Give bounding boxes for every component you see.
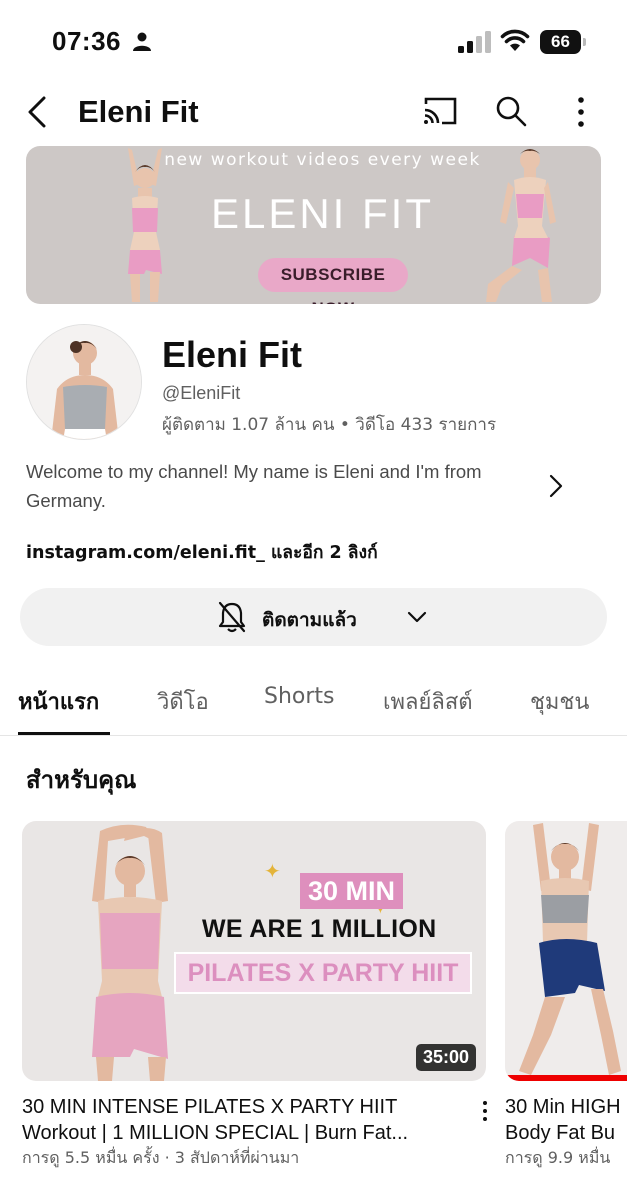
channel-name: Eleni Fit — [162, 334, 303, 375]
tab-community[interactable]: ชุมชน — [530, 684, 589, 719]
video-title[interactable]: 30 Min HIGH Body Fat Bu — [505, 1094, 627, 1146]
channel-tabs: หน้าแรก วิดีโอ Shorts เพลย์ลิสต์ ชุมชน — [0, 672, 627, 736]
status-time: 07:36 — [52, 26, 121, 56]
thumbnail-headline: WE ARE 1 MILLION — [202, 915, 437, 943]
watch-progress-bar — [505, 1075, 627, 1081]
channel-handle: @EleniFit — [162, 383, 241, 403]
video-title[interactable]: 30 MIN INTENSE PILATES X PARTY HIIT Work… — [22, 1094, 462, 1146]
thumbnail-model-image — [519, 823, 621, 1075]
video-title-line: Body Fat Bu — [505, 1122, 616, 1144]
wifi-icon — [500, 29, 530, 51]
tab-shorts[interactable]: Shorts — [264, 684, 335, 709]
banner-model-right-image — [486, 149, 556, 302]
battery-level: 66 — [540, 30, 581, 54]
video-duration: 35:00 — [415, 1044, 476, 1071]
tab-playlists[interactable]: เพลย์ลิสต์ — [383, 684, 473, 719]
status-bar: 07:36 66 — [0, 0, 627, 84]
search-icon[interactable] — [494, 94, 528, 128]
video-thumbnail[interactable] — [505, 821, 627, 1081]
person-icon — [133, 32, 151, 51]
video-meta: การดู 9.9 หมื่น — [505, 1148, 611, 1167]
battery-icon: 66 — [540, 30, 586, 54]
channel-links[interactable]: instagram.com/eleni.fit_ และอีก 2 ลิงก์ — [26, 538, 378, 566]
channel-stats: ผู้ติดตาม 1.07 ล้าน คน • วิดีโอ 433 รายก… — [162, 415, 497, 435]
subscribed-label: ติดตามแล้ว — [262, 609, 357, 631]
tab-videos[interactable]: วิดีโอ — [157, 684, 209, 719]
video-thumbnail[interactable]: ✦ ✦ 30 MIN WE ARE 1 MILLION PILATES X PA… — [22, 821, 486, 1081]
bell-off-icon — [218, 601, 246, 633]
channel-description[interactable]: Welcome to my channel! My name is Eleni … — [26, 457, 546, 515]
channel-avatar[interactable] — [26, 324, 142, 440]
header-title: Eleni Fit — [78, 94, 199, 129]
avatar-photo — [27, 325, 141, 439]
video-title-line: 30 Min HIGH — [505, 1096, 621, 1118]
sparkle-icon: ✦ — [264, 861, 281, 883]
more-icon[interactable] — [568, 96, 594, 128]
thumbnail-subheadline: PILATES X PARTY HIIT — [174, 952, 472, 994]
chevron-right-icon[interactable] — [546, 472, 566, 500]
back-icon[interactable] — [24, 92, 52, 132]
tab-home[interactable]: หน้าแรก — [18, 684, 99, 719]
thumbnail-model-image — [92, 824, 168, 1081]
subscribed-button[interactable]: ติดตามแล้ว — [20, 588, 607, 646]
more-vertical-icon[interactable] — [478, 1100, 492, 1122]
app-header: Eleni Fit — [0, 84, 627, 140]
active-tab-indicator — [18, 732, 110, 735]
cast-icon[interactable] — [422, 96, 458, 126]
chevron-down-icon — [407, 611, 427, 623]
video-meta: การดู 5.5 หมื่น ครั้ง · 3 สัปดาห์ที่ผ่าน… — [22, 1148, 300, 1167]
signal-icon — [458, 31, 491, 53]
channel-banner: new workout videos every week ELENI FIT … — [26, 146, 601, 304]
section-title: สำหรับคุณ — [26, 766, 137, 794]
thumbnail-badge: 30 MIN — [300, 873, 404, 909]
banner-subscribe-cta: SUBSCRIBE NOW — [258, 258, 408, 304]
